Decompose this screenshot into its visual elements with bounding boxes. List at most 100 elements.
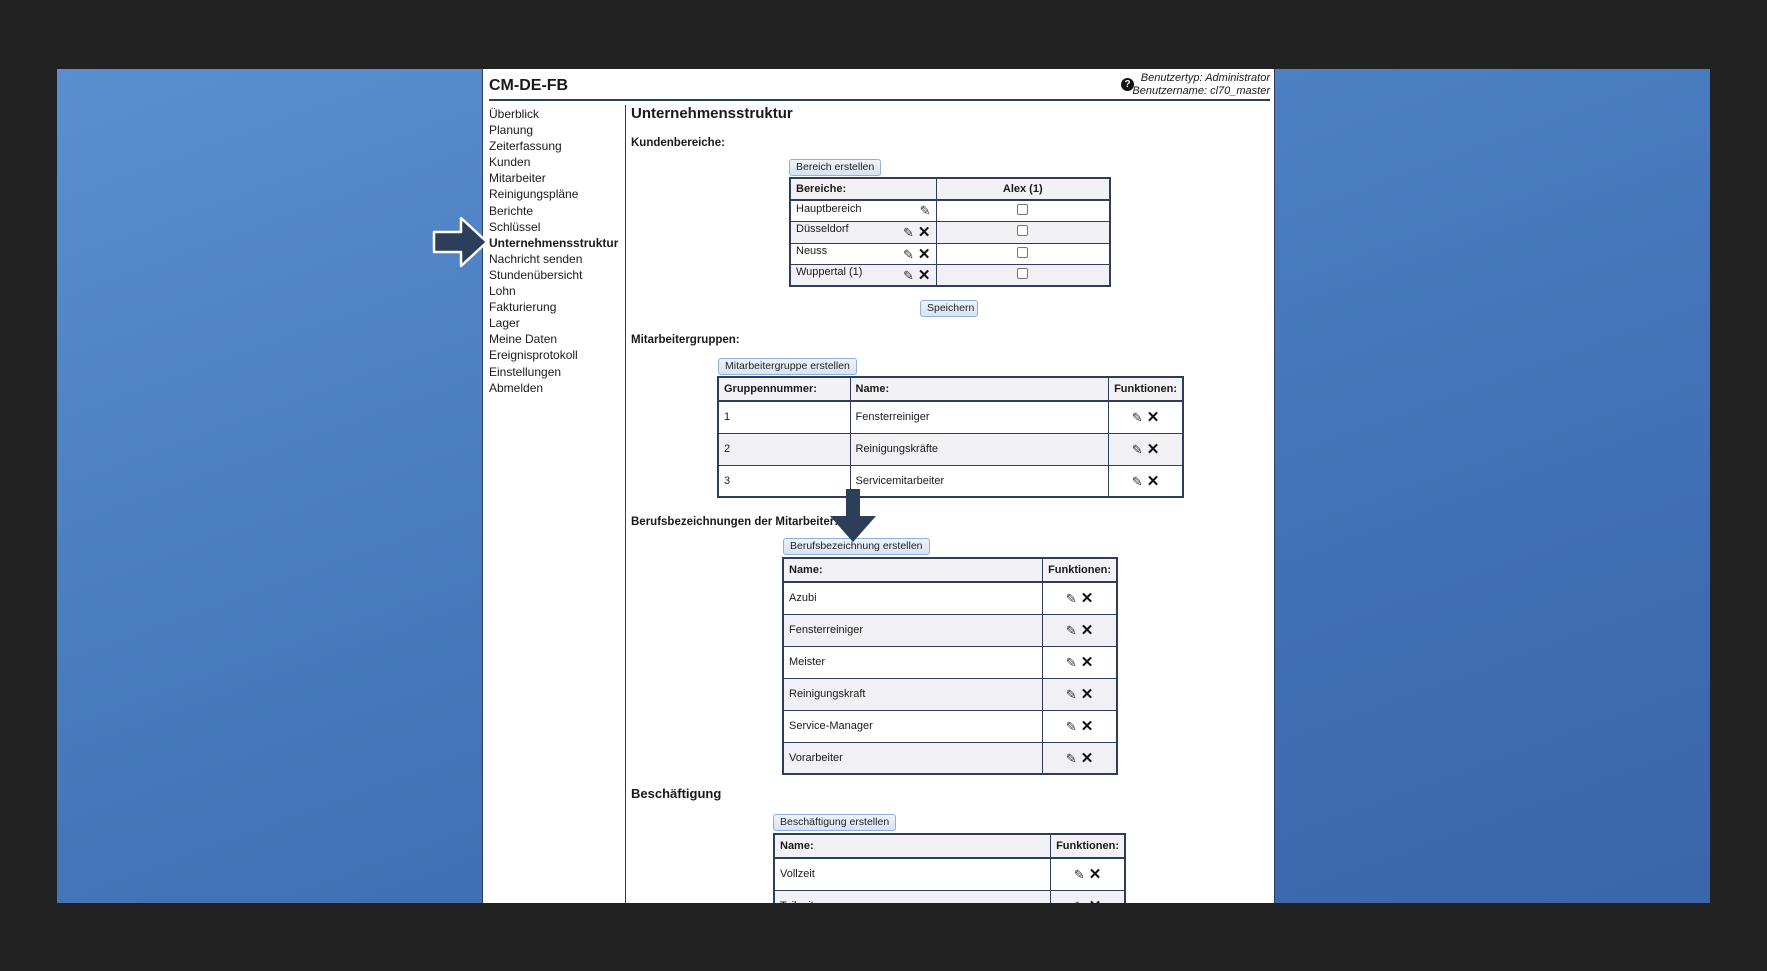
x-icon[interactable]: ✕ xyxy=(1089,866,1102,883)
table-row: Fensterreiniger ✎ ✕ xyxy=(782,613,1118,647)
pencil-icon[interactable]: ✎ xyxy=(1066,655,1077,670)
pencil-icon[interactable]: ✎ xyxy=(1132,442,1143,457)
sidebar-item-reinigungspläne[interactable]: Reinigungspläne xyxy=(489,186,618,202)
area-checkbox[interactable] xyxy=(1017,204,1029,215)
row-name: Fensterreiniger xyxy=(782,613,1044,647)
table-row: 1 Fensterreiniger ✎ ✕ xyxy=(717,400,1184,434)
areas-table: Bereiche: Alex (1) Hauptbereich ✎ Düsseldorf… xyxy=(789,177,1111,287)
sidebar-item-stundenübersicht[interactable]: Stundenübersicht xyxy=(489,267,618,283)
row-name: Reinigungskraft xyxy=(782,677,1044,711)
area-name: Neuss xyxy=(796,244,828,257)
kundenbereiche-label: Kundenbereiche: xyxy=(631,137,725,149)
x-icon[interactable]: ✕ xyxy=(1147,473,1160,490)
app-title: CM-DE-FB xyxy=(489,77,569,94)
pencil-icon[interactable]: ✎ xyxy=(1132,410,1143,425)
table-row: Düsseldorf ✎ ✕ xyxy=(789,221,1111,244)
table-row: Reinigungskraft ✎ ✕ xyxy=(782,677,1118,711)
table-row: Teilzeit ✎ ✕ xyxy=(773,889,1126,903)
pencil-icon[interactable]: ✎ xyxy=(903,268,914,283)
sidebar-item-überblick[interactable]: Überblick xyxy=(489,106,618,122)
table-row: Wuppertal (1) ✎ ✕ xyxy=(789,264,1111,287)
x-icon[interactable]: ✕ xyxy=(1081,686,1094,703)
table-row: Azubi ✎ ✕ xyxy=(782,581,1118,615)
x-icon[interactable]: ✕ xyxy=(1081,622,1094,639)
pencil-icon[interactable]: ✎ xyxy=(903,225,914,240)
sidebar-item-berichte[interactable]: Berichte xyxy=(489,203,618,219)
page-title: Unternehmensstruktur xyxy=(631,105,793,122)
sidebar-item-nachricht-senden[interactable]: Nachricht senden xyxy=(489,251,618,267)
group-name: Servicemitarbeiter xyxy=(849,464,1110,498)
x-icon[interactable]: ✕ xyxy=(1081,654,1094,671)
row-name: Teilzeit xyxy=(773,889,1052,903)
gruppen-label: Mitarbeitergruppen: xyxy=(631,334,740,346)
row-name: Azubi xyxy=(782,581,1044,615)
sidebar-item-abmelden[interactable]: Abmelden xyxy=(489,380,618,396)
beschaeftigung-heading: Beschäftigung xyxy=(631,786,722,801)
x-icon[interactable]: ✕ xyxy=(918,267,931,284)
pencil-icon[interactable]: ✎ xyxy=(1066,719,1077,734)
table-row: Neuss ✎ ✕ xyxy=(789,242,1111,265)
x-icon[interactable]: ✕ xyxy=(1089,898,1102,903)
area-checkbox[interactable] xyxy=(1017,246,1029,258)
sidebar-divider xyxy=(625,105,626,903)
pencil-icon[interactable]: ✎ xyxy=(903,247,914,262)
sidebar-nav: Überblick Planung Zeiterfassung Kunden Mitar… xyxy=(489,106,618,396)
pencil-icon[interactable]: ✎ xyxy=(920,203,931,218)
group-number: 1 xyxy=(717,400,851,434)
pencil-icon[interactable]: ✎ xyxy=(1066,751,1077,766)
create-group-button[interactable]: Mitarbeitergruppe erstellen xyxy=(718,358,857,375)
table-row: 3 Servicemitarbeiter ✎ ✕ xyxy=(717,464,1184,498)
area-checkbox[interactable] xyxy=(1017,225,1029,237)
table-row: 2 Reinigungskräfte ✎ ✕ xyxy=(717,432,1184,466)
row-name: Meister xyxy=(782,645,1044,679)
row-name: Vorarbeiter xyxy=(782,741,1044,775)
user-name: Benutzername: cl70_master xyxy=(1132,85,1270,97)
x-icon[interactable]: ✕ xyxy=(1081,718,1094,735)
job-titles-table: Name: Funktionen: Azubi ✎ ✕ Fensterreiniger ✎ ✕… xyxy=(782,557,1118,775)
sidebar-item-unternehmensstruktur[interactable]: Unternehmensstruktur xyxy=(489,235,618,251)
groups-table: Gruppennummer: Name: Funktionen: 1 Fensterre… xyxy=(717,376,1184,498)
column-header: Bereiche: xyxy=(789,177,937,201)
berufe-label: Berufsbezeichnungen der Mitarbeiter: xyxy=(631,516,839,528)
x-icon[interactable]: ✕ xyxy=(1147,409,1160,426)
sidebar-item-lager[interactable]: Lager xyxy=(489,315,618,331)
sidebar-item-kunden[interactable]: Kunden xyxy=(489,154,618,170)
group-name: Fensterreiniger xyxy=(849,400,1110,434)
sidebar-item-einstellungen[interactable]: Einstellungen xyxy=(489,364,618,380)
column-header: Alex (1) xyxy=(935,177,1111,201)
pencil-icon[interactable]: ✎ xyxy=(1132,474,1143,489)
table-row: Service-Manager ✎ ✕ xyxy=(782,709,1118,743)
column-header: Funktionen: xyxy=(1108,376,1184,402)
sidebar-item-mitarbeiter[interactable]: Mitarbeiter xyxy=(489,170,618,186)
x-icon[interactable]: ✕ xyxy=(1081,750,1094,767)
app-page: CM-DE-FB ? Benutzertyp: Administrator Be… xyxy=(482,69,1275,903)
table-row: Hauptbereich ✎ xyxy=(789,199,1111,222)
column-header: Gruppennummer: xyxy=(717,376,851,402)
sidebar-item-schlüssel[interactable]: Schlüssel xyxy=(489,219,618,235)
desktop: CM-DE-FB ? Benutzertyp: Administrator Be… xyxy=(57,69,1710,903)
column-header: Funktionen: xyxy=(1050,833,1126,859)
sidebar-item-fakturierung[interactable]: Fakturierung xyxy=(489,299,618,315)
area-name: Düsseldorf xyxy=(796,223,849,236)
area-checkbox[interactable] xyxy=(1017,268,1029,279)
row-name: Vollzeit xyxy=(773,857,1052,891)
group-number: 2 xyxy=(717,432,851,466)
sidebar-item-lohn[interactable]: Lohn xyxy=(489,283,618,299)
pencil-icon[interactable]: ✎ xyxy=(1074,867,1085,882)
pencil-icon[interactable]: ✎ xyxy=(1074,899,1085,903)
pencil-icon[interactable]: ✎ xyxy=(1066,623,1077,638)
pencil-icon[interactable]: ✎ xyxy=(1066,591,1077,606)
pencil-icon[interactable]: ✎ xyxy=(1066,687,1077,702)
save-button[interactable]: Speichern xyxy=(920,300,978,317)
x-icon[interactable]: ✕ xyxy=(918,246,931,263)
sidebar-item-ereignisprotokoll[interactable]: Ereignisprotokoll xyxy=(489,347,618,363)
x-icon[interactable]: ✕ xyxy=(1147,441,1160,458)
create-employment-button[interactable]: Beschäftigung erstellen xyxy=(773,814,897,831)
sidebar-item-planung[interactable]: Planung xyxy=(489,122,618,138)
x-icon[interactable]: ✕ xyxy=(918,224,931,241)
create-area-button[interactable]: Bereich erstellen xyxy=(789,159,882,176)
sidebar-item-zeiterfassung[interactable]: Zeiterfassung xyxy=(489,138,618,154)
x-icon[interactable]: ✕ xyxy=(1081,590,1094,607)
area-name: Wuppertal (1) xyxy=(796,266,863,278)
sidebar-item-meine-daten[interactable]: Meine Daten xyxy=(489,331,618,347)
